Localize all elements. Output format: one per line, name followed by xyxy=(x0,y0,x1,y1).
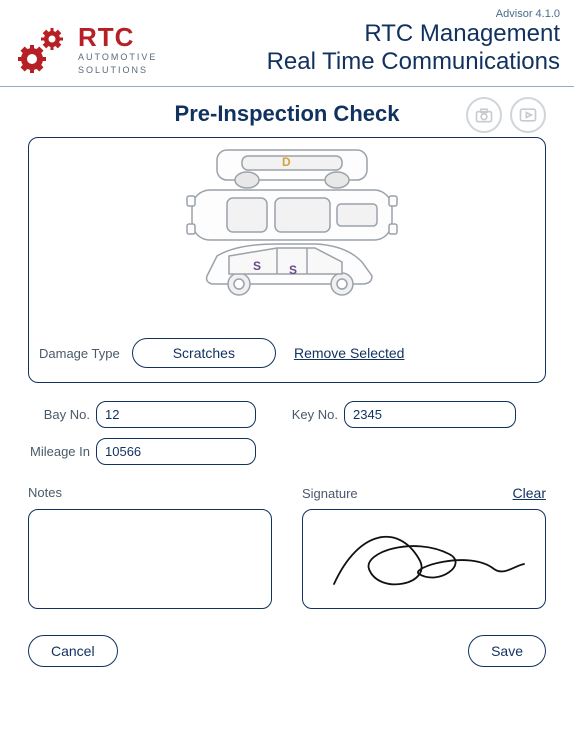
vehicle-diagram[interactable]: D xyxy=(39,144,535,334)
camera-icon xyxy=(474,105,494,125)
signature-label: Signature xyxy=(302,486,358,501)
play-button[interactable] xyxy=(510,97,546,133)
app-logo: RTC AUTOMOTIVE SOLUTIONS xyxy=(14,24,157,76)
clear-signature-link[interactable]: Clear xyxy=(513,485,546,501)
cancel-button[interactable]: Cancel xyxy=(28,635,118,667)
camera-button[interactable] xyxy=(466,97,502,133)
save-button[interactable]: Save xyxy=(468,635,546,667)
signature-pad[interactable] xyxy=(302,509,546,609)
brand-subtitle-2: SOLUTIONS xyxy=(78,65,157,76)
notes-textarea[interactable] xyxy=(28,509,272,609)
bay-no-label: Bay No. xyxy=(28,407,90,422)
mileage-in-input[interactable] xyxy=(96,438,256,465)
play-icon xyxy=(518,105,538,125)
damage-marker[interactable]: S xyxy=(289,263,297,277)
remove-selected-link[interactable]: Remove Selected xyxy=(294,345,405,361)
damage-type-label: Damage Type xyxy=(39,346,120,361)
damage-marker[interactable]: S xyxy=(253,259,261,273)
notes-label: Notes xyxy=(28,485,62,500)
damage-marker[interactable]: D xyxy=(282,155,291,169)
brand-subtitle-1: AUTOMOTIVE xyxy=(78,52,157,63)
mileage-in-label: Mileage In xyxy=(28,444,90,459)
signature-scribble xyxy=(319,514,529,604)
bay-no-input[interactable] xyxy=(96,401,256,428)
header-divider xyxy=(0,86,574,87)
vehicle-damage-panel: D xyxy=(28,137,546,383)
page-title: Pre-Inspection Check xyxy=(175,101,400,127)
damage-type-select[interactable]: Scratches xyxy=(132,338,276,368)
brand-name: RTC xyxy=(78,24,157,50)
app-title-line1: RTC Management xyxy=(267,20,560,48)
gears-icon xyxy=(14,26,72,74)
app-title-line2: Real Time Communications xyxy=(267,48,560,76)
key-no-label: Key No. xyxy=(286,407,338,422)
app-version: Advisor 4.1.0 xyxy=(14,8,560,20)
key-no-input[interactable] xyxy=(344,401,516,428)
